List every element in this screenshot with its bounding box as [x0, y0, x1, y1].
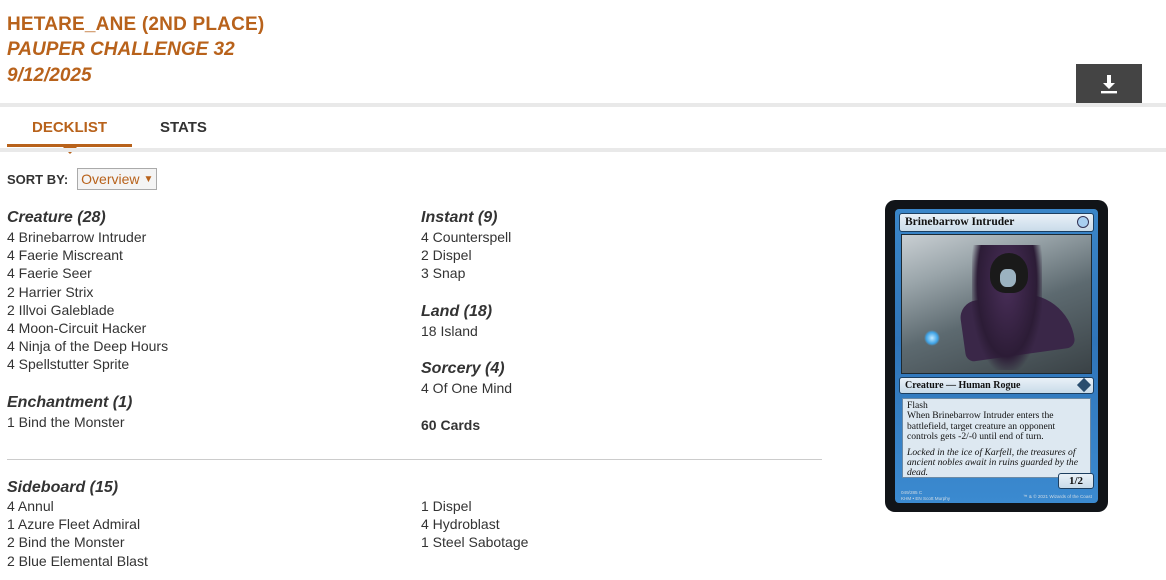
card-preview-type-bar: Creature — Human Rogue: [899, 377, 1094, 394]
set-symbol-icon: [1076, 377, 1092, 393]
card-line[interactable]: 2 Bind the Monster: [7, 533, 148, 551]
header-divider: [0, 103, 1166, 107]
tabs-divider: [0, 148, 1166, 152]
card-preview-image[interactable]: Brinebarrow Intruder Creature — Human Ro…: [885, 200, 1108, 512]
card-line[interactable]: 4 Ninja of the Deep Hours: [7, 337, 407, 355]
card-line[interactable]: 4 Brinebarrow Intruder: [7, 228, 407, 246]
card-line[interactable]: 1 Steel Sabotage: [421, 533, 528, 551]
card-line[interactable]: 1 Bind the Monster: [7, 413, 407, 431]
card-preview-type: Creature — Human Rogue: [905, 380, 1021, 391]
download-icon: [1101, 74, 1117, 93]
sort-control: SORT BY: Overview ▼: [7, 168, 158, 190]
card-artwork: [901, 234, 1092, 374]
card-frame: Brinebarrow Intruder Creature — Human Ro…: [895, 209, 1098, 503]
card-line[interactable]: 4 Moon-Circuit Hacker: [7, 319, 407, 337]
tab-decklist[interactable]: DECKLIST: [7, 112, 132, 154]
tab-stats[interactable]: STATS: [132, 112, 232, 147]
sort-selected-value: Overview: [81, 171, 140, 187]
tab-stats-label: STATS: [160, 119, 207, 136]
card-line[interactable]: 4 Faerie Miscreant: [7, 246, 407, 264]
sort-select[interactable]: Overview ▼: [77, 168, 158, 190]
sideboard-column-2: 1 Dispel 4 Hydroblast 1 Steel Sabotage: [421, 497, 528, 552]
card-line[interactable]: 1 Dispel: [421, 497, 528, 515]
blue-mana-icon: [1077, 216, 1089, 228]
group-title-land: Land (18): [421, 302, 493, 320]
event-date: 9/12/2025: [7, 65, 92, 86]
card-line[interactable]: 4 Counterspell: [421, 228, 821, 246]
group-title-enchantment: Enchantment (1): [7, 393, 133, 411]
card-preview-footer: 049/285 C KHM • EN Scott Murphy ™ & © 20…: [901, 490, 1092, 502]
card-preview-rules-2: When Brinebarrow Intruder enters the bat…: [907, 410, 1056, 443]
card-line[interactable]: 2 Illvoi Galeblade: [7, 301, 407, 319]
sideboard-divider: [7, 459, 822, 460]
card-line[interactable]: 2 Harrier Strix: [7, 283, 407, 301]
card-line[interactable]: 2 Dispel: [421, 246, 821, 264]
card-line[interactable]: 4 Faerie Seer: [7, 264, 407, 282]
card-line[interactable]: 4 Spellstutter Sprite: [7, 355, 407, 373]
group-title-sorcery: Sorcery (4): [421, 359, 505, 377]
sideboard-column-1: 4 Annul 1 Azure Fleet Admiral 2 Bind the…: [7, 497, 148, 570]
tab-bar: DECKLIST STATS: [7, 112, 232, 154]
tab-decklist-label: DECKLIST: [32, 119, 107, 136]
deck-header: HETARE_ANE (2ND PLACE) PAUPER CHALLENGE …: [7, 12, 264, 89]
group-title-sideboard: Sideboard (15): [7, 479, 119, 496]
card-preview-pt: 1/2: [1058, 473, 1094, 489]
card-preview-name: Brinebarrow Intruder: [905, 216, 1015, 228]
sort-label: SORT BY:: [7, 171, 69, 187]
maindeck-column-2: Instant (9) 4 Counterspell 2 Dispel 3 Sn…: [421, 208, 821, 434]
card-preview-artist: Scott Murphy: [923, 495, 951, 501]
card-line[interactable]: 3 Snap: [421, 264, 821, 282]
card-preview-set-line: KHM • EN: [901, 495, 922, 501]
card-line[interactable]: 1 Azure Fleet Admiral: [7, 515, 148, 533]
card-line[interactable]: 4 Of One Mind: [421, 379, 821, 397]
card-preview-copyright: ™ & © 2021 Wizards of the Coast: [1022, 494, 1092, 500]
event-name: PAUPER CHALLENGE 32: [7, 39, 235, 60]
card-line[interactable]: 4 Hydroblast: [421, 515, 528, 533]
card-preview-name-bar: Brinebarrow Intruder: [899, 213, 1094, 232]
download-button[interactable]: [1076, 64, 1142, 103]
card-line[interactable]: 2 Blue Elemental Blast: [7, 552, 148, 570]
card-line[interactable]: 18 Island: [421, 322, 821, 340]
deck-card-count: 60 Cards: [421, 416, 481, 433]
player-name: HETARE_ANE (2ND PLACE): [7, 14, 265, 35]
group-title-creature: Creature (28): [7, 209, 106, 226]
maindeck-column-1: Creature (28) 4 Brinebarrow Intruder 4 F…: [7, 208, 407, 431]
card-preview-text-box: Flash When Brinebarrow Intruder enters t…: [902, 398, 1091, 478]
group-title-instant: Instant (9): [421, 209, 498, 226]
chevron-down-icon: ▼: [143, 173, 154, 185]
card-line[interactable]: 4 Annul: [7, 497, 148, 515]
